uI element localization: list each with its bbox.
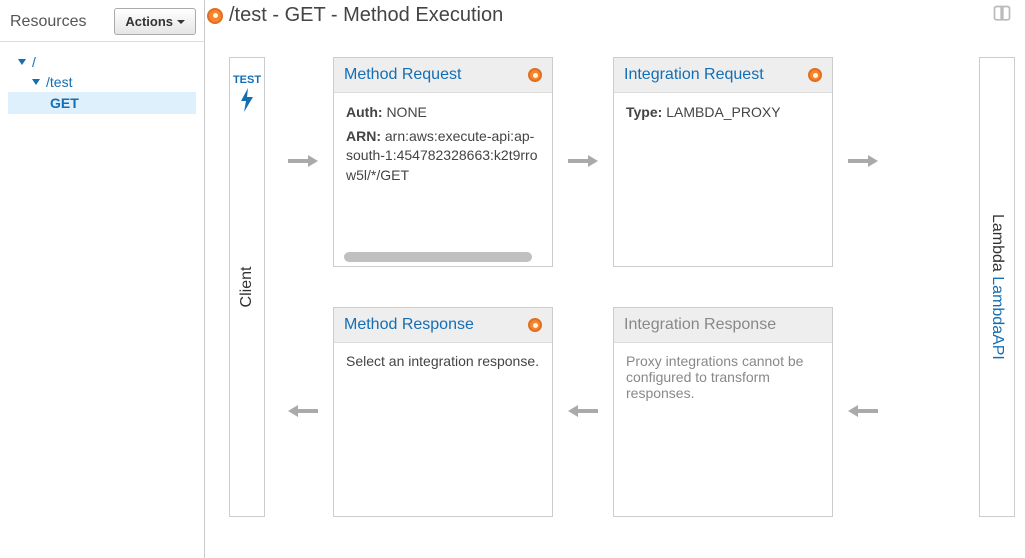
card-header: Method Request [334, 58, 552, 93]
hint-badge-icon[interactable] [528, 318, 542, 332]
client-box[interactable]: TEST Client [229, 57, 265, 517]
sidebar: Resources Actions / /test GET [0, 0, 205, 558]
main-panel: /test - GET - Method Execution TEST Clie… [205, 0, 1025, 558]
integration-response-body: Proxy integrations cannot be configured … [626, 353, 803, 401]
hint-badge-icon[interactable] [528, 68, 542, 82]
execution-flow: TEST Client Method Request [205, 37, 1025, 537]
actions-dropdown-button[interactable]: Actions [114, 8, 196, 35]
app-root: Resources Actions / /test GET /test - GE… [0, 0, 1025, 558]
type-row: Type: LAMBDA_PROXY [626, 103, 820, 123]
resource-tree: / /test GET [0, 42, 204, 124]
actions-label: Actions [125, 14, 173, 29]
card-header: Method Response [334, 308, 552, 343]
hint-badge-icon[interactable] [808, 68, 822, 82]
test-label: TEST [233, 74, 261, 86]
type-value: LAMBDA_PROXY [666, 104, 780, 120]
auth-label: Auth: [346, 104, 383, 120]
arn-row: ARN: arn:aws:execute-api:ap-south-1:4547… [346, 127, 540, 186]
card-title[interactable]: Method Response [344, 316, 474, 334]
card-body: Proxy integrations cannot be configured … [614, 343, 832, 516]
auth-row: Auth: NONE [346, 103, 540, 123]
docs-book-icon[interactable] [991, 4, 1013, 27]
card-body: Type: LAMBDA_PROXY [614, 93, 832, 266]
integration-request-card[interactable]: Integration Request Type: LAMBDA_PROXY [613, 57, 833, 267]
arrow-right-icon [833, 153, 893, 172]
card-title[interactable]: Method Request [344, 66, 461, 84]
sidebar-header: Resources Actions [0, 8, 204, 42]
page-title: /test - GET - Method Execution [229, 4, 503, 27]
caret-down-icon [177, 20, 185, 24]
card-title[interactable]: Integration Request [624, 66, 764, 84]
lambda-box[interactable]: Lambda LambdaAPI [979, 57, 1015, 517]
method-response-card[interactable]: Method Response Select an integration re… [333, 307, 553, 517]
card-header: Integration Response [614, 308, 832, 343]
lightning-bolt-icon [239, 88, 255, 118]
tree-label: /test [46, 74, 72, 90]
lambda-prefix: Lambda [989, 214, 1006, 276]
arrow-left-icon [833, 403, 893, 422]
flow-grid: Method Request Auth: NONE ARN: arn:aws:e… [265, 57, 979, 517]
arrow-left-icon [273, 403, 333, 422]
method-request-card[interactable]: Method Request Auth: NONE ARN: arn:aws:e… [333, 57, 553, 267]
arrow-right-icon [273, 153, 333, 172]
tree-item-root[interactable]: / [8, 52, 196, 72]
arrow-right-icon [553, 153, 613, 172]
card-title: Integration Response [624, 316, 776, 334]
card-body: Select an integration response. [334, 343, 552, 516]
auth-value: NONE [386, 104, 426, 120]
horizontal-scrollbar[interactable] [344, 252, 532, 262]
integration-response-card: Integration Response Proxy integrations … [613, 307, 833, 517]
hint-badge-icon[interactable] [207, 8, 223, 24]
client-label: Client [238, 267, 256, 308]
tree-item-test[interactable]: /test [8, 72, 196, 92]
tree-item-method-get[interactable]: GET [8, 92, 196, 114]
card-body: Auth: NONE ARN: arn:aws:execute-api:ap-s… [334, 93, 552, 266]
type-label: Type: [626, 104, 662, 120]
chevron-down-icon [32, 79, 40, 85]
arrow-left-icon [553, 403, 613, 422]
tree-label: GET [50, 95, 79, 111]
lambda-api-link[interactable]: LambdaAPI [989, 276, 1006, 360]
arn-label: ARN: [346, 128, 381, 144]
chevron-down-icon [18, 59, 26, 65]
method-response-body: Select an integration response. [346, 353, 539, 369]
tree-label: / [32, 54, 36, 70]
main-header: /test - GET - Method Execution [205, 0, 1025, 37]
sidebar-title: Resources [10, 13, 86, 31]
card-header: Integration Request [614, 58, 832, 93]
lambda-label: Lambda LambdaAPI [988, 214, 1006, 360]
